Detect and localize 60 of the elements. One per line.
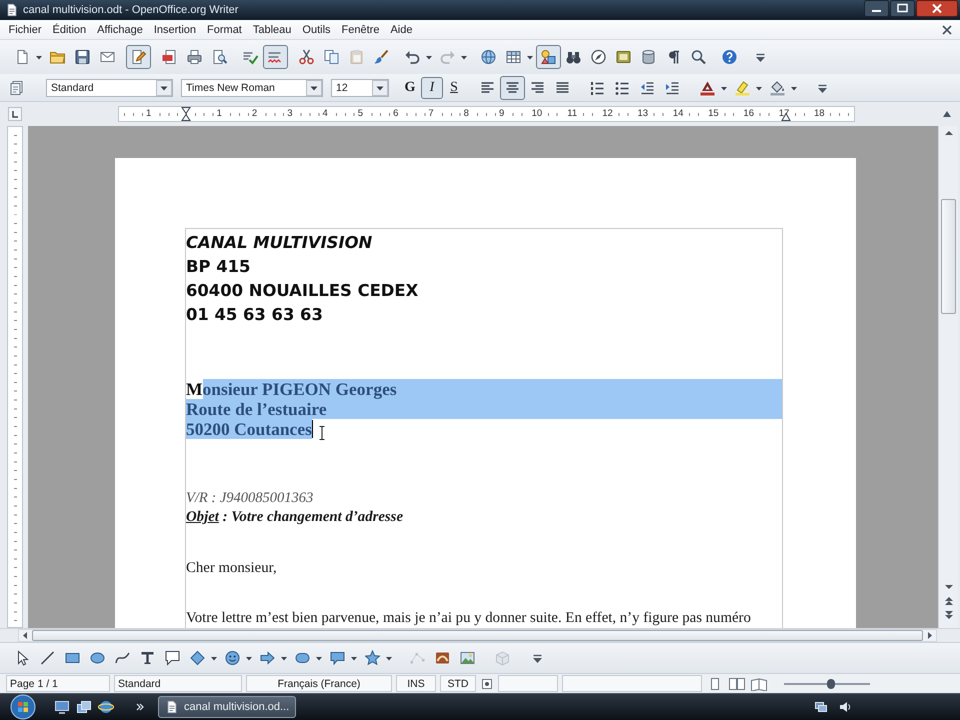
- menu-item[interactable]: Édition: [47, 24, 92, 36]
- recipient-line: Monsieur PIGEON Georges: [186, 379, 782, 399]
- company-name: CANAL MULTIVISION: [186, 232, 372, 254]
- minimize-icon[interactable]: [864, 0, 889, 17]
- two-pages-icon[interactable]: [728, 676, 746, 690]
- speaker-icon[interactable]: [838, 700, 852, 714]
- wavy-underline-icon[interactable]: [263, 45, 288, 69]
- menu-item[interactable]: Tableau: [247, 24, 297, 36]
- menu-item[interactable]: Fichier: [3, 24, 48, 36]
- reference-line: V/R : J940085001363: [186, 489, 314, 508]
- address-line: BP 415: [186, 256, 250, 278]
- taskbar-button[interactable]: canal multivision.od...: [158, 696, 296, 718]
- shapes-icon[interactable]: [536, 45, 561, 69]
- book-icon[interactable]: [750, 676, 768, 690]
- menu-item[interactable]: Outils: [296, 24, 336, 36]
- address-line: 01 45 63 63 63: [186, 304, 323, 326]
- menu-item[interactable]: Fenêtre: [336, 24, 385, 36]
- menu-item[interactable]: Aide: [384, 24, 418, 36]
- document-icon: [5, 3, 19, 17]
- greeting-line: Cher monsieur,: [186, 559, 277, 578]
- page-number-label: Page 1 / 1: [6, 675, 110, 692]
- page-style-label: Standard: [114, 675, 242, 692]
- zoom-slider[interactable]: [784, 678, 870, 688]
- insert-mode-label[interactable]: INS: [396, 675, 436, 692]
- selection-mode-label[interactable]: STD: [440, 675, 476, 692]
- close-icon[interactable]: [942, 24, 952, 34]
- body-text: Votre lettre m’est bien parvenue, mais je n’ai pu y donner suite. En effet, n’y figure pas numéro: [186, 610, 751, 627]
- language-label[interactable]: Français (France): [246, 675, 392, 692]
- subject-line: Objet : Votre changement d’adresse: [186, 508, 404, 527]
- maximize-icon[interactable]: [890, 0, 915, 17]
- address-line: 60400 NOUAILLES CEDEX: [186, 280, 418, 302]
- paragraph-style-field[interactable]: Standard: [46, 78, 173, 96]
- document-status-icon: [480, 676, 494, 690]
- desktop-icon[interactable]: [54, 699, 70, 715]
- indent-marker-icon[interactable]: [181, 107, 191, 121]
- double-chevron-icon[interactable]: [136, 702, 144, 712]
- underline-button[interactable]: S: [443, 76, 465, 98]
- document-icon: [165, 700, 179, 714]
- i-beam-cursor-icon: [318, 426, 325, 440]
- bold-button[interactable]: G: [399, 76, 421, 98]
- pencil-page-icon[interactable]: [126, 45, 151, 69]
- close-icon[interactable]: [916, 0, 958, 17]
- menu-item[interactable]: Affichage: [92, 24, 148, 36]
- zoom-slider-thumb[interactable]: [827, 678, 836, 688]
- network-icon[interactable]: [814, 700, 828, 714]
- align-center-icon[interactable]: [500, 76, 525, 100]
- window-stack-icon[interactable]: [76, 699, 92, 715]
- menu-item[interactable]: Format: [202, 24, 248, 36]
- globe-icon[interactable]: [98, 699, 114, 715]
- tab-stop-icon[interactable]: [8, 107, 22, 121]
- start-orb-icon[interactable]: [8, 694, 38, 720]
- italic-button[interactable]: I: [421, 76, 443, 98]
- menu-item[interactable]: Insertion: [148, 24, 202, 36]
- font-size-field[interactable]: 12: [331, 78, 389, 96]
- recipient-line: Route de l’estuaire: [186, 399, 782, 419]
- scrollbar-thumb[interactable]: [941, 199, 956, 314]
- font-name-field[interactable]: Times New Roman: [181, 78, 323, 96]
- small-triangle-icon: [942, 110, 952, 118]
- scrollbar-thumb[interactable]: [32, 630, 923, 641]
- window-title: canal multivision.odt - OpenOffice.org Writer: [23, 4, 238, 16]
